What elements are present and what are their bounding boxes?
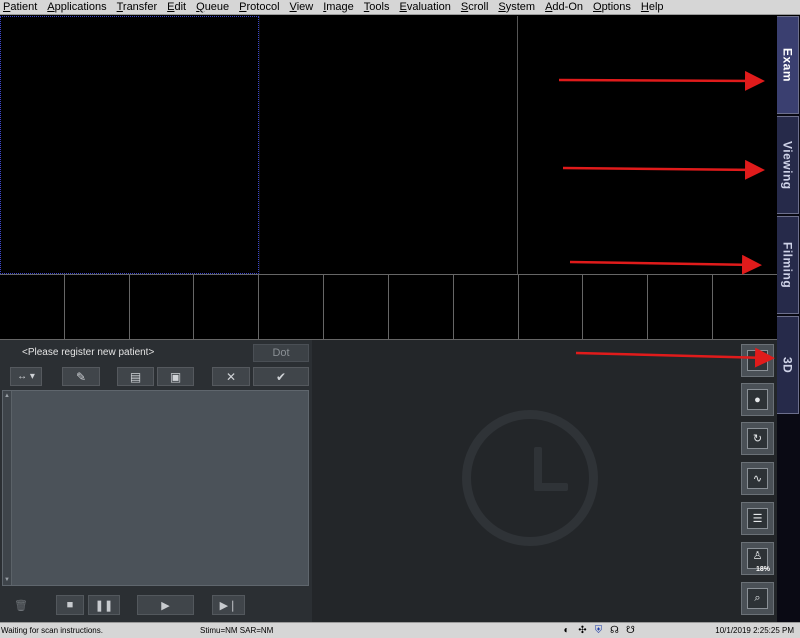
head-profile-icon[interactable]: ☊ (608, 624, 621, 637)
head-profile-icon[interactable]: ☋ (624, 624, 637, 637)
status-bar: Waiting for scan instructions. Stimu=NM … (0, 622, 800, 638)
half-circle-icon[interactable]: ◐ (560, 624, 573, 637)
annotation-arrows (558, 70, 775, 368)
status-datetime: 10/1/2019 2:25:25 PM (715, 626, 794, 635)
status-message: Waiting for scan instructions. (1, 626, 103, 635)
status-icons: ◐ ✣ ⛨ ☊ ☋ (560, 624, 637, 637)
shield-icon[interactable]: ⛨ (592, 624, 605, 637)
status-sar: Stimu=NM SAR=NM (200, 626, 274, 635)
network-icon[interactable]: ✣ (576, 624, 589, 637)
